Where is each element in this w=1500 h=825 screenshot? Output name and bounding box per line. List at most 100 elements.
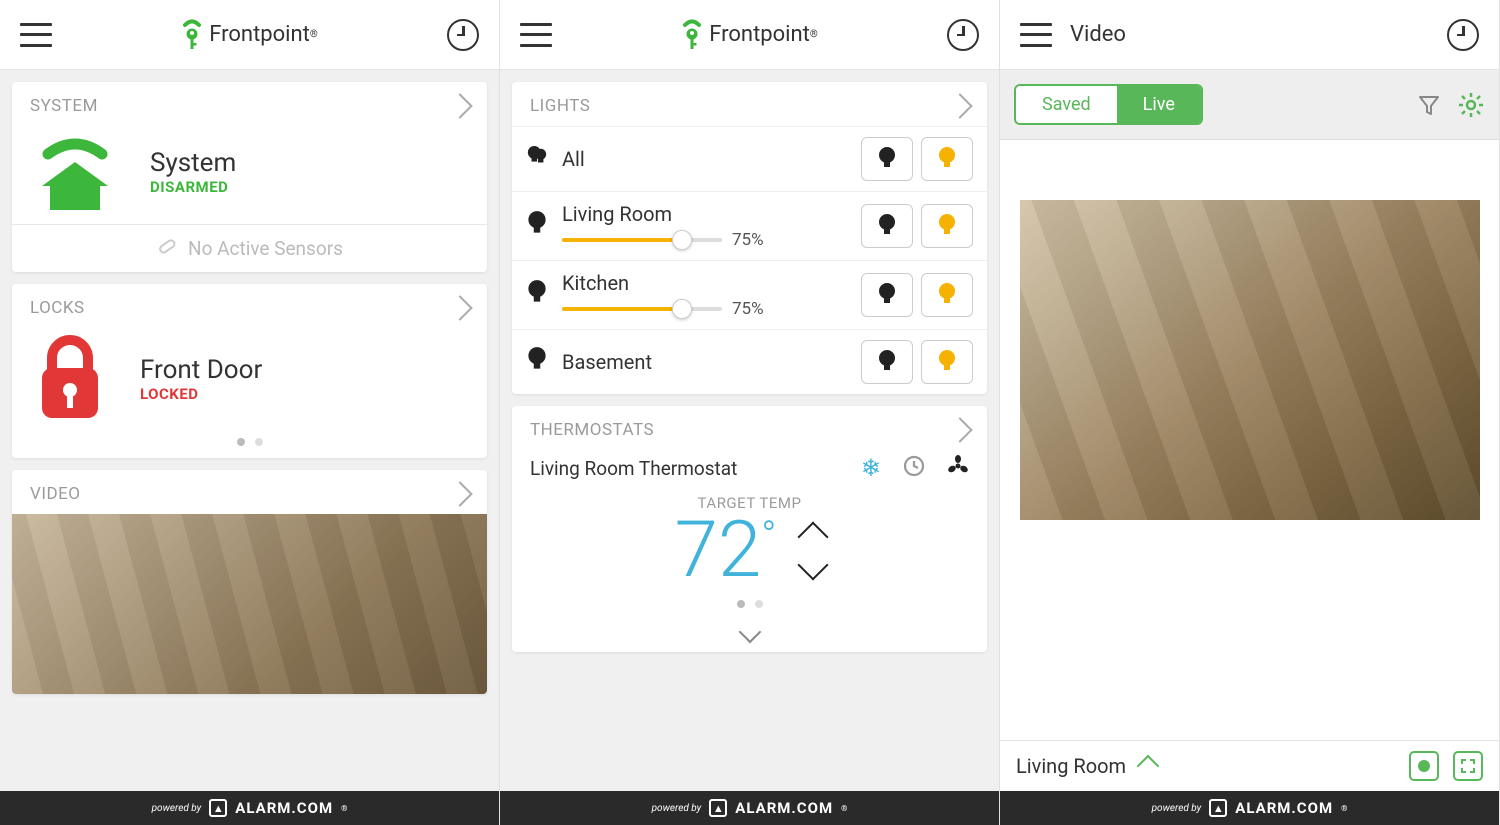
locks-card-header[interactable]: LOCKS: [12, 284, 487, 328]
frontpoint-key-icon: [181, 19, 203, 51]
chevron-right-icon[interactable]: [947, 417, 972, 442]
temp-down-button[interactable]: [798, 549, 829, 580]
footer: powered by ▲ ALARM.COM®: [500, 791, 999, 825]
topbar: Frontpoint®: [500, 0, 999, 70]
screen-controls: Frontpoint® LIGHTS All Living Room: [500, 0, 1000, 825]
brightness-slider[interactable]: [562, 307, 722, 311]
system-card-title: SYSTEM: [30, 96, 98, 116]
history-icon[interactable]: [1447, 19, 1479, 51]
topbar: Frontpoint®: [0, 0, 499, 70]
light-row-livingroom: Living Room 75%: [512, 191, 987, 260]
light-off-button[interactable]: [861, 273, 913, 317]
powered-by: powered by: [152, 803, 202, 814]
powered-by: powered by: [1152, 803, 1202, 814]
light-row-kitchen: Kitchen 75%: [512, 260, 987, 329]
live-video-feed[interactable]: [1020, 200, 1480, 520]
light-name: Kitchen: [562, 271, 847, 295]
lock-label: Front Door: [140, 355, 262, 385]
screen-home: Frontpoint® SYSTEM System DISARMED: [0, 0, 500, 825]
camera-up-icon[interactable]: [1137, 755, 1160, 778]
light-on-button[interactable]: [921, 204, 973, 248]
lights-card-title: LIGHTS: [530, 96, 590, 116]
system-label: System: [150, 148, 236, 178]
sensors-row[interactable]: No Active Sensors: [12, 224, 487, 272]
history-icon[interactable]: [447, 19, 479, 51]
video-card: VIDEO: [12, 470, 487, 694]
fullscreen-button[interactable]: [1453, 751, 1483, 781]
brightness-value: 75%: [732, 299, 776, 319]
thermostats-card-header[interactable]: THERMOSTATS: [512, 406, 987, 450]
pager-dots[interactable]: [12, 428, 487, 458]
brightness-value: 75%: [732, 230, 776, 250]
filter-icon[interactable]: [1415, 91, 1443, 119]
alarm-logo-icon: ▲: [709, 799, 727, 817]
tab-saved[interactable]: Saved: [1016, 86, 1117, 123]
video-content: Living Room: [1000, 140, 1499, 791]
brightness-slider[interactable]: [562, 238, 722, 242]
bulb-multi-icon: [526, 143, 548, 175]
bulb-icon: [526, 210, 548, 242]
camera-bar: Living Room: [1000, 740, 1499, 791]
record-button[interactable]: [1409, 751, 1439, 781]
menu-icon[interactable]: [20, 23, 52, 47]
footer: powered by ▲ ALARM.COM®: [0, 791, 499, 825]
alarm-name: ALARM.COM: [735, 799, 833, 817]
lock-status: LOCKED: [140, 385, 262, 403]
light-off-button[interactable]: [861, 340, 913, 384]
menu-icon[interactable]: [520, 23, 552, 47]
chevron-down-icon[interactable]: [738, 621, 761, 644]
light-row-basement: Basement: [512, 329, 987, 394]
alarm-logo-icon: ▲: [209, 799, 227, 817]
light-on-button[interactable]: [921, 137, 973, 181]
light-row-all: All: [512, 126, 987, 191]
chevron-right-icon[interactable]: [447, 93, 472, 118]
chevron-right-icon[interactable]: [447, 481, 472, 506]
schedule-icon[interactable]: [903, 455, 925, 481]
light-name: Living Room: [562, 202, 847, 226]
video-card-header[interactable]: VIDEO: [12, 470, 487, 514]
alarm-name: ALARM.COM: [1235, 799, 1333, 817]
lock-icon: [30, 334, 110, 424]
system-status: DISARMED: [150, 178, 236, 196]
topbar: Video: [1000, 0, 1499, 70]
brand-logo: Frontpoint®: [681, 19, 818, 51]
screen-video: Video Saved Live Living Room powered by: [1000, 0, 1500, 825]
sensors-text: No Active Sensors: [188, 237, 343, 260]
gear-icon[interactable]: [1457, 91, 1485, 119]
powered-by: powered by: [652, 803, 702, 814]
snowflake-icon[interactable]: ❄: [861, 454, 881, 482]
fan-icon[interactable]: [947, 455, 969, 481]
light-on-button[interactable]: [921, 340, 973, 384]
lights-card: LIGHTS All Living Room 75%: [512, 82, 987, 394]
alarm-logo-icon: ▲: [1209, 799, 1227, 817]
sensor-icon: [156, 235, 178, 262]
thermostats-card: THERMOSTATS Living Room Thermostat ❄ TAR…: [512, 406, 987, 652]
history-icon[interactable]: [947, 19, 979, 51]
bulb-icon: [526, 279, 548, 311]
light-off-button[interactable]: [861, 204, 913, 248]
lights-card-header[interactable]: LIGHTS: [512, 82, 987, 126]
light-on-button[interactable]: [921, 273, 973, 317]
chevron-right-icon[interactable]: [947, 93, 972, 118]
system-card-header[interactable]: SYSTEM: [12, 82, 487, 126]
thermostat-name: Living Room Thermostat: [530, 457, 737, 480]
light-name: Basement: [562, 350, 847, 374]
light-off-button[interactable]: [861, 137, 913, 181]
video-tabbar: Saved Live: [1000, 70, 1499, 140]
frontpoint-key-icon: [681, 19, 703, 51]
tab-live[interactable]: Live: [1117, 86, 1201, 123]
bulb-icon: [526, 346, 548, 378]
camera-name: Living Room: [1016, 754, 1126, 778]
temp-up-button[interactable]: [798, 521, 829, 552]
thermostats-card-title: THERMOSTATS: [530, 420, 654, 440]
brand-name: Frontpoint: [709, 22, 810, 47]
chevron-right-icon[interactable]: [447, 295, 472, 320]
menu-icon[interactable]: [1020, 23, 1052, 47]
alarm-name: ALARM.COM: [235, 799, 333, 817]
video-thumbnail[interactable]: [12, 514, 487, 694]
locks-card-title: LOCKS: [30, 298, 85, 318]
page-title: Video: [1070, 22, 1447, 47]
locks-card: LOCKS Front Door LOCKED: [12, 284, 487, 458]
segmented-control: Saved Live: [1014, 84, 1203, 125]
temp-value: 72°: [675, 512, 777, 590]
